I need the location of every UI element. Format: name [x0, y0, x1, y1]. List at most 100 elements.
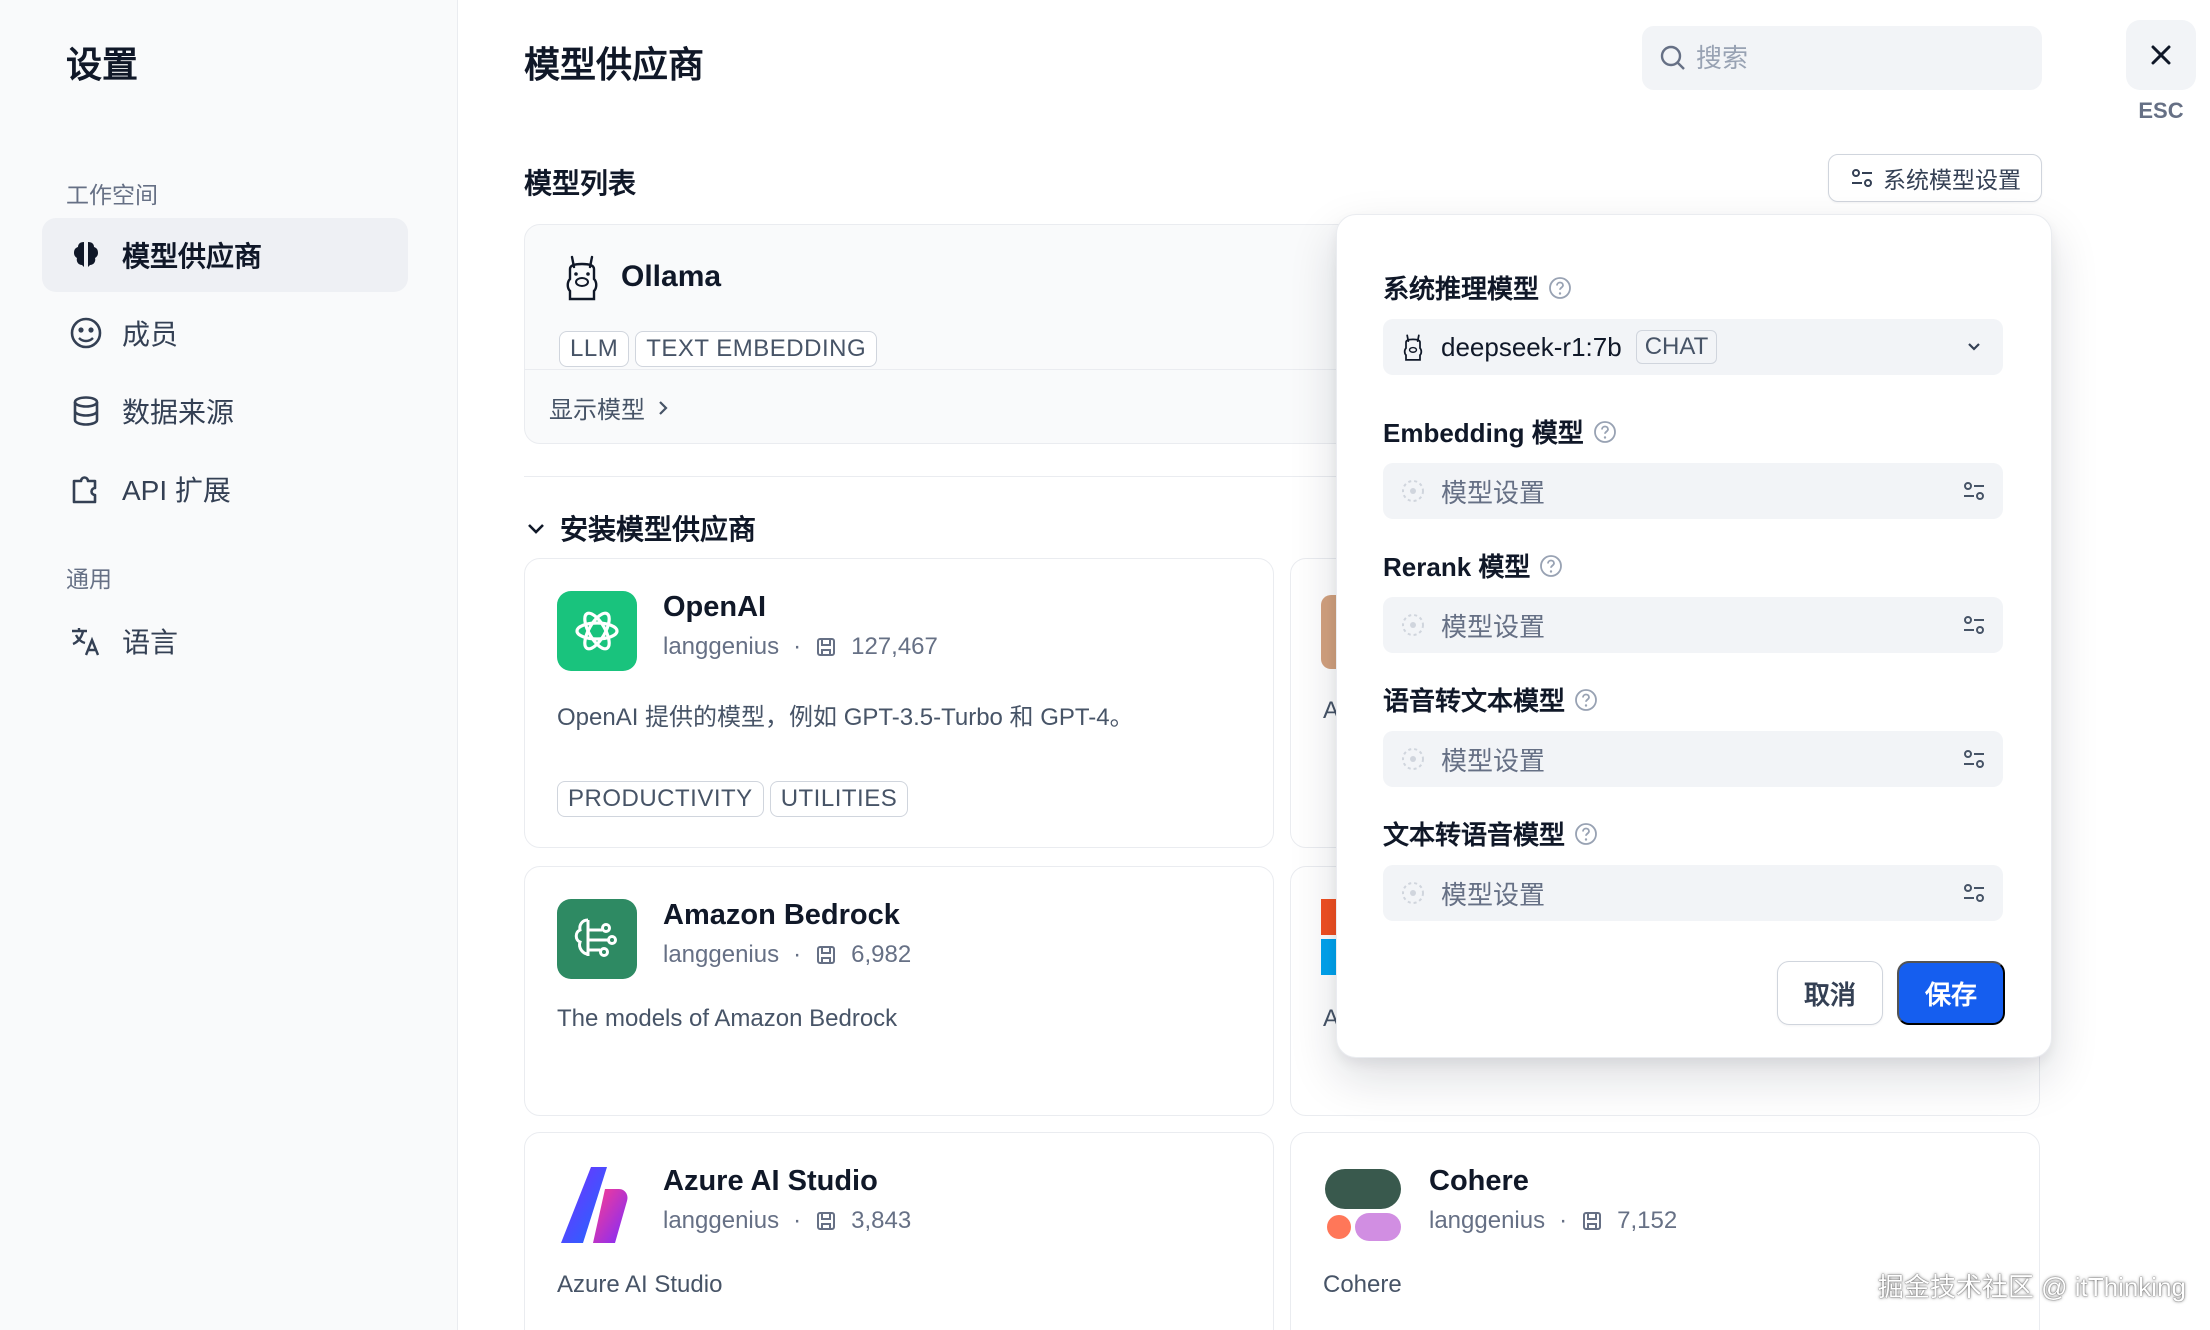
provider-meta: langgenius · 6,982 [663, 941, 912, 968]
provider-author: langgenius [663, 1207, 780, 1234]
help-icon[interactable] [1573, 821, 1599, 847]
provider-install-count: 3,843 [851, 1207, 912, 1234]
provider-card-azure-ai-studio[interactable]: Azure AI Studio langgenius · 3,843 Azure… [524, 1132, 1274, 1330]
sidebar-item-label: 语言 [122, 627, 179, 658]
install-count-icon [817, 946, 836, 964]
page-title: 模型供应商 [524, 44, 705, 85]
tag-text-embedding: TEXT EMBEDDING [635, 331, 878, 367]
azure-logo-icon [557, 1165, 637, 1245]
workspace-group-label: 工作空间 [66, 182, 158, 208]
cohere-logo-icon [1323, 1165, 1403, 1245]
sidebar-item-model-provider[interactable]: 模型供应商 [42, 218, 408, 292]
tag-llm: LLM [559, 331, 630, 367]
chevron-down-icon [528, 524, 544, 534]
sidebar-item-data-source[interactable]: 数据来源 [42, 374, 408, 448]
install-count-icon [817, 638, 836, 656]
rerank-model-placeholder: 模型设置 [1441, 611, 1546, 642]
llama-icon [1403, 334, 1423, 361]
provider-description: Cohere [1323, 1271, 1402, 1298]
general-group-label: 通用 [66, 566, 112, 592]
members-icon [70, 317, 102, 349]
install-count-icon [1583, 1212, 1602, 1230]
provider-card-amazon-bedrock[interactable]: Amazon Bedrock langgenius · 6,982 The mo… [524, 866, 1274, 1116]
provider-install-count: 6,982 [851, 941, 912, 968]
provider-description: The models of Amazon Bedrock [557, 1005, 898, 1032]
model-placeholder-icon [1402, 614, 1424, 636]
close-button[interactable] [2126, 20, 2196, 90]
provider-author: langgenius [663, 941, 780, 968]
search-icon [1660, 45, 1685, 70]
install-providers-toggle[interactable]: 安装模型供应商 [524, 508, 756, 548]
embedding-model-label: Embedding 模型 [1383, 413, 1618, 450]
sidebar-item-label: 模型供应商 [122, 241, 263, 272]
model-placeholder-icon [1402, 748, 1424, 770]
provider-install-count: 7,152 [1617, 1207, 1678, 1234]
chevron-right-icon [659, 400, 668, 415]
tts-model-label-text: 文本转语音模型 [1383, 820, 1566, 850]
system-model-settings-button[interactable]: 系统模型设置 [1828, 154, 2042, 202]
stt-model-label: 语音转文本模型 [1383, 681, 1599, 718]
provider-card-openai[interactable]: OpenAI langgenius · 127,467 OpenAI 提供的模型… [524, 558, 1274, 848]
stt-model-select[interactable]: 模型设置 [1383, 731, 2003, 787]
help-icon[interactable] [1547, 275, 1573, 301]
reasoning-model-value: deepseek-r1:7b [1441, 331, 1622, 362]
embedding-model-label-text: Embedding 模型 [1383, 418, 1584, 448]
provider-description: Azure AI Studio [557, 1271, 723, 1298]
provider-description: OpenAI 提供的模型，例如 GPT-3.5-Turbo 和 GPT-4。 [557, 704, 1134, 731]
embedding-model-select[interactable]: 模型设置 [1383, 463, 2003, 519]
sidebar-item-label: 数据来源 [122, 397, 235, 428]
bedrock-logo-icon [557, 899, 637, 979]
model-placeholder-icon [1402, 480, 1424, 502]
install-count-icon [817, 1212, 836, 1230]
reasoning-model-label: 系统推理模型 [1383, 269, 1573, 306]
settings-sliders-icon [1964, 884, 1984, 902]
tts-model-select[interactable]: 模型设置 [1383, 865, 2003, 921]
puzzle-icon [72, 476, 97, 504]
cancel-button[interactable]: 取消 [1777, 961, 1883, 1025]
help-icon[interactable] [1538, 553, 1564, 579]
settings-sliders-icon [1964, 616, 1984, 634]
tts-model-placeholder: 模型设置 [1441, 879, 1546, 910]
ollama-tags: LLM TEXT EMBEDDING [559, 331, 878, 367]
save-button[interactable]: 保存 [1897, 961, 2005, 1025]
rerank-model-label-text: Rerank 模型 [1383, 552, 1531, 582]
tag-utilities: UTILITIES [769, 781, 909, 817]
openai-logo-icon [557, 591, 637, 671]
help-icon[interactable] [1573, 687, 1599, 713]
ollama-header: Ollama [561, 253, 721, 301]
provider-meta: langgenius · 3,843 [663, 1207, 912, 1234]
provider-author: langgenius [1429, 1207, 1546, 1234]
ollama-name: Ollama [621, 260, 722, 293]
sidebar-item-members[interactable]: 成员 [42, 296, 408, 370]
settings-sliders-icon [1964, 750, 1984, 768]
llama-icon [566, 255, 598, 301]
search-box[interactable] [1642, 26, 2042, 90]
chat-tag: CHAT [1635, 330, 1718, 364]
stt-model-placeholder: 模型设置 [1441, 745, 1546, 776]
provider-meta: langgenius · 127,467 [663, 633, 938, 660]
provider-tags: PRODUCTIVITY UTILITIES [557, 781, 909, 817]
search-input[interactable] [1696, 42, 2016, 74]
sidebar-item-label: API 扩展 [122, 475, 231, 506]
provider-author: langgenius [663, 633, 780, 660]
provider-name: Azure AI Studio [663, 1165, 878, 1197]
embedding-model-placeholder: 模型设置 [1441, 477, 1546, 508]
provider-meta: langgenius · 7,152 [1429, 1207, 1678, 1234]
tag-productivity: PRODUCTIVITY [557, 781, 764, 817]
sidebar-item-language[interactable]: 语言 [42, 604, 408, 678]
sidebar-item-label: 成员 [122, 319, 179, 350]
provider-name: OpenAI [663, 591, 767, 623]
sidebar-item-api-extension[interactable]: API 扩展 [42, 452, 408, 526]
provider-install-count: 127,467 [851, 633, 938, 660]
model-placeholder-icon [1402, 882, 1424, 904]
system-model-settings-popup: 系统推理模型 deepseek-r1:7b CHAT Embedding 模型 … [1336, 214, 2052, 1058]
settings-title: 设置 [66, 44, 139, 85]
translate-icon [72, 628, 100, 656]
tts-model-label: 文本转语音模型 [1383, 815, 1599, 852]
help-icon[interactable] [1592, 419, 1618, 445]
reasoning-model-select[interactable]: deepseek-r1:7b CHAT [1383, 319, 2003, 375]
watermark-text: 掘金技术社区 @ itThinking [1877, 1272, 2186, 1302]
rerank-model-select[interactable]: 模型设置 [1383, 597, 2003, 653]
chevron-down-icon [1968, 343, 1980, 351]
close-icon [2151, 45, 2171, 65]
